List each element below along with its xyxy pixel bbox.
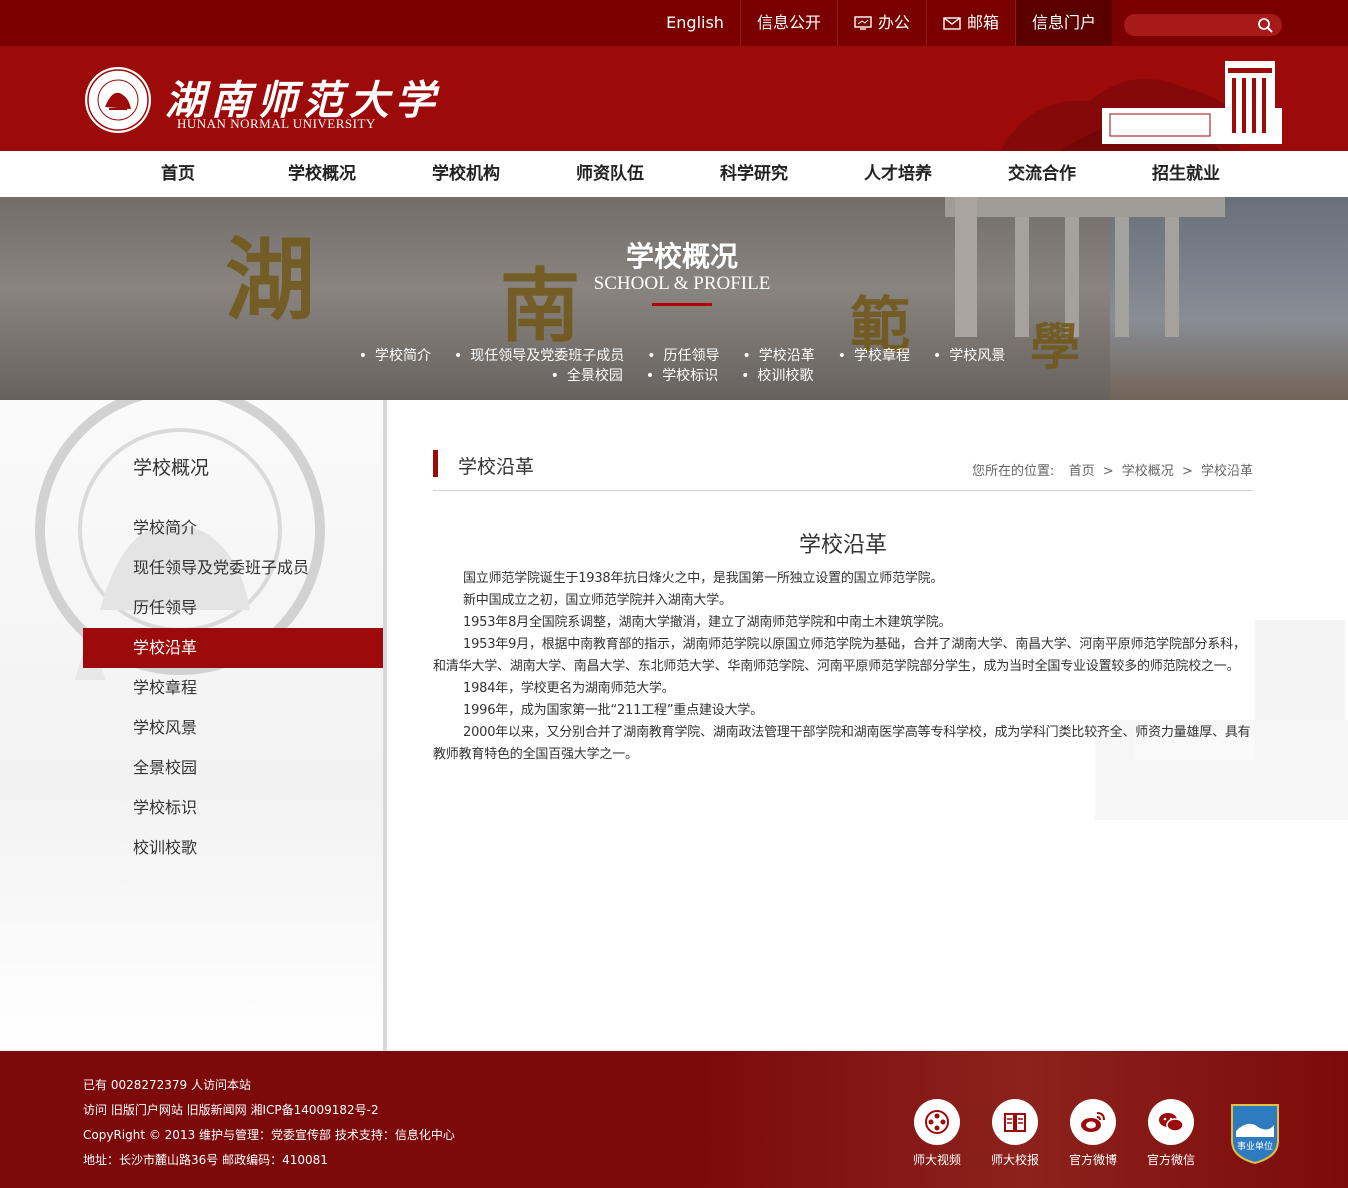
monitor-icon xyxy=(854,16,872,30)
banner-link-scenery[interactable]: 学校风景 xyxy=(933,345,1005,365)
article-paragraph: 新中国成立之初，国立师范学院并入湖南大学。 xyxy=(463,593,732,608)
nav-exchange[interactable]: 交流合作 xyxy=(992,151,1092,197)
badge-text: 事业单位 xyxy=(1237,1140,1273,1152)
banner-link-identity[interactable]: 学校标识 xyxy=(646,365,718,385)
sidebar-item-history[interactable]: 学校沿革 xyxy=(83,628,383,668)
article-paragraph: 1996年，成为国家第一批“211工程”重点建设大学。 xyxy=(463,703,763,718)
search-box xyxy=(1124,14,1282,36)
footer-weibo-link[interactable]: 官方微博 xyxy=(1069,1099,1117,1168)
section-banner: 湖 南 範 學 学校概况 SCHOOL & PROFILE 学校简介 现任领导及… xyxy=(0,197,1348,400)
article-title: 学校沿革 xyxy=(798,533,887,558)
footer-video-link[interactable]: 师大视频 xyxy=(913,1099,961,1168)
banner-subnav-row2: 全景校园 学校标识 校训校歌 xyxy=(0,365,1348,385)
info-disclosure-label: 信息公开 xyxy=(756,13,821,32)
content-header: 学校沿革 您所在的位置: 首页 > 学校概况 > 学校沿革 xyxy=(433,450,1253,491)
info-portal-link[interactable]: 信息门户 xyxy=(1014,0,1112,46)
breadcrumb: 您所在的位置: 首页 > 学校概况 > 学校沿革 xyxy=(968,460,1253,479)
mail-label: 邮箱 xyxy=(966,13,999,32)
article-body: 国立师范学院诞生于1938年抗日烽火之中，是我国第一所独立设置的国立师范学院。 … xyxy=(433,568,1253,766)
footer-video-label: 师大视频 xyxy=(913,1153,962,1167)
banner-link-past-leaders[interactable]: 历任领导 xyxy=(647,345,720,365)
article-paragraph: 1953年9月，根据中南教育部的指示，湖南师范学院以原国立师范学院为基础，合并了… xyxy=(433,637,1246,674)
site-header: 湖南师范大学 HUNAN NORMAL UNIVERSITY xyxy=(0,46,1348,151)
footer-address: 地址：长沙市麓山路36号 邮政编码：410081 xyxy=(83,1153,328,1167)
article-paragraph: 2000年以来，又分别合并了湖南教育学院、湖南政法管理干部学院和湖南医学高等专科… xyxy=(433,725,1251,762)
banner-subnav-row1: 学校简介 现任领导及党委班子成员 历任领导 学校沿革 学校章程 学校风景 xyxy=(0,345,1348,365)
search-input[interactable] xyxy=(1134,16,1254,34)
english-label: English xyxy=(666,13,724,32)
sidebar-item-charter[interactable]: 学校章程 xyxy=(83,668,383,708)
sidebar-item-leaders[interactable]: 现任领导及党委班子成员 xyxy=(83,548,383,588)
info-disclosure-link[interactable]: 信息公开 xyxy=(739,0,837,46)
sidebar-item-panorama[interactable]: 全景校园 xyxy=(83,748,383,788)
breadcrumb-current: 学校沿革 xyxy=(1200,464,1253,479)
site-footer: 已有 0028272379 人访问本站 访问 旧版门户网站 旧版新闻网 湘ICP… xyxy=(0,1051,1348,1188)
breadcrumb-overview[interactable]: 学校概况 xyxy=(1122,464,1174,479)
sidebar-divider xyxy=(383,400,387,1051)
nav-research[interactable]: 科学研究 xyxy=(704,151,804,197)
banner-link-leaders[interactable]: 现任领导及党委班子成员 xyxy=(454,345,624,365)
sidebar-title: 学校概况 xyxy=(133,457,210,479)
visit-counter: 已有 0028272379 人访问本站 xyxy=(83,1078,251,1092)
english-link[interactable]: English xyxy=(650,0,740,46)
footer-links[interactable]: 访问 旧版门户网站 旧版新闻网 湘ICP备14009182号-2 xyxy=(83,1098,455,1123)
footer-newspaper-link[interactable]: 师大校报 xyxy=(991,1099,1039,1168)
sidebar-item-intro[interactable]: 学校简介 xyxy=(83,508,383,548)
breadcrumb-prefix: 您所在的位置: xyxy=(972,464,1055,479)
banner-link-charter[interactable]: 学校章程 xyxy=(838,345,910,365)
office-label: 办公 xyxy=(877,13,910,32)
banner-title-underline xyxy=(652,303,712,306)
top-links: English 信息公开 办公 邮箱 信息门户 xyxy=(650,0,1112,46)
banner-link-intro[interactable]: 学校简介 xyxy=(359,345,431,365)
footer-copyright: CopyRight © 2013 维护与管理：党委宣传部 技术支持：信息化中心 xyxy=(83,1128,455,1142)
sidebar-item-scenery[interactable]: 学校风景 xyxy=(83,708,383,748)
weibo-icon xyxy=(1081,1112,1105,1132)
breadcrumb-sep: > xyxy=(1181,464,1193,479)
mail-icon xyxy=(943,16,961,30)
footer-wechat-label: 官方微信 xyxy=(1147,1153,1196,1167)
sidebar-menu: 学校简介 现任领导及党委班子成员 历任领导 学校沿革 学校章程 学校风景 全景校… xyxy=(83,508,383,868)
section-marker xyxy=(433,450,438,477)
search-icon[interactable] xyxy=(1257,17,1273,33)
mail-link[interactable]: 邮箱 xyxy=(925,0,1015,46)
footer-info: 已有 0028272379 人访问本站 访问 旧版门户网站 旧版新闻网 湘ICP… xyxy=(83,1073,455,1173)
nav-home[interactable]: 首页 xyxy=(128,151,228,197)
banner-link-panorama[interactable]: 全景校园 xyxy=(551,365,623,385)
nav-departments[interactable]: 学校机构 xyxy=(416,151,516,197)
footer-newspaper-label: 师大校报 xyxy=(991,1153,1040,1167)
university-name-en: HUNAN NORMAL UNIVERSITY xyxy=(177,116,376,131)
banner-subtitle: SCHOOL & PROFILE xyxy=(593,273,771,294)
footer-weibo-label: 官方微博 xyxy=(1069,1153,1118,1167)
banner-link-motto-song[interactable]: 校训校歌 xyxy=(741,365,813,385)
info-portal-label: 信息门户 xyxy=(1031,13,1096,32)
article-paragraph: 国立师范学院诞生于1938年抗日烽火之中，是我国第一所独立设置的国立师范学院。 xyxy=(463,571,944,586)
breadcrumb-home[interactable]: 首页 xyxy=(1069,464,1095,479)
wechat-icon xyxy=(1159,1113,1184,1132)
header-decoration-gate xyxy=(1000,61,1282,151)
article-paragraph: 1984年，学校更名为湖南师范大学。 xyxy=(463,681,675,696)
footer-social-icons: 师大视频 师大校报 官方微博 官方微信 xyxy=(913,1099,1195,1168)
nav-overview[interactable]: 学校概况 xyxy=(272,151,372,197)
film-reel-icon xyxy=(925,1110,949,1134)
breadcrumb-sep: > xyxy=(1102,464,1114,479)
nav-education[interactable]: 人才培养 xyxy=(848,151,948,197)
section-title: 学校沿革 xyxy=(458,456,535,478)
nav-admissions[interactable]: 招生就业 xyxy=(1136,151,1236,197)
banner-link-history[interactable]: 学校沿革 xyxy=(743,345,815,365)
nav-faculty[interactable]: 师资队伍 xyxy=(560,151,660,197)
sidebar-item-identity[interactable]: 学校标识 xyxy=(83,788,383,828)
public-institution-badge[interactable]: 事业单位 xyxy=(1228,1101,1282,1165)
footer-wechat-link[interactable]: 官方微信 xyxy=(1147,1099,1195,1168)
top-bar: English 信息公开 办公 邮箱 信息门户 xyxy=(0,0,1348,46)
main-nav: 首页 学校概况 学校机构 师资队伍 科学研究 人才培养 交流合作 招生就业 xyxy=(0,151,1348,197)
sidebar-item-past-leaders[interactable]: 历任领导 xyxy=(83,588,383,628)
office-link[interactable]: 办公 xyxy=(836,0,926,46)
banner-title: 学校概况 xyxy=(625,240,738,273)
newspaper-icon xyxy=(1004,1113,1026,1132)
sidebar-item-motto-song[interactable]: 校训校歌 xyxy=(83,828,383,868)
university-seal-logo[interactable] xyxy=(83,65,153,135)
main-area: 学校概况 学校简介 现任领导及党委班子成员 历任领导 学校沿革 学校章程 学校风… xyxy=(0,400,1348,1051)
article-paragraph: 1953年8月全国院系调整，湖南大学撤消，建立了湖南师范学院和中南土木建筑学院。 xyxy=(463,615,952,630)
